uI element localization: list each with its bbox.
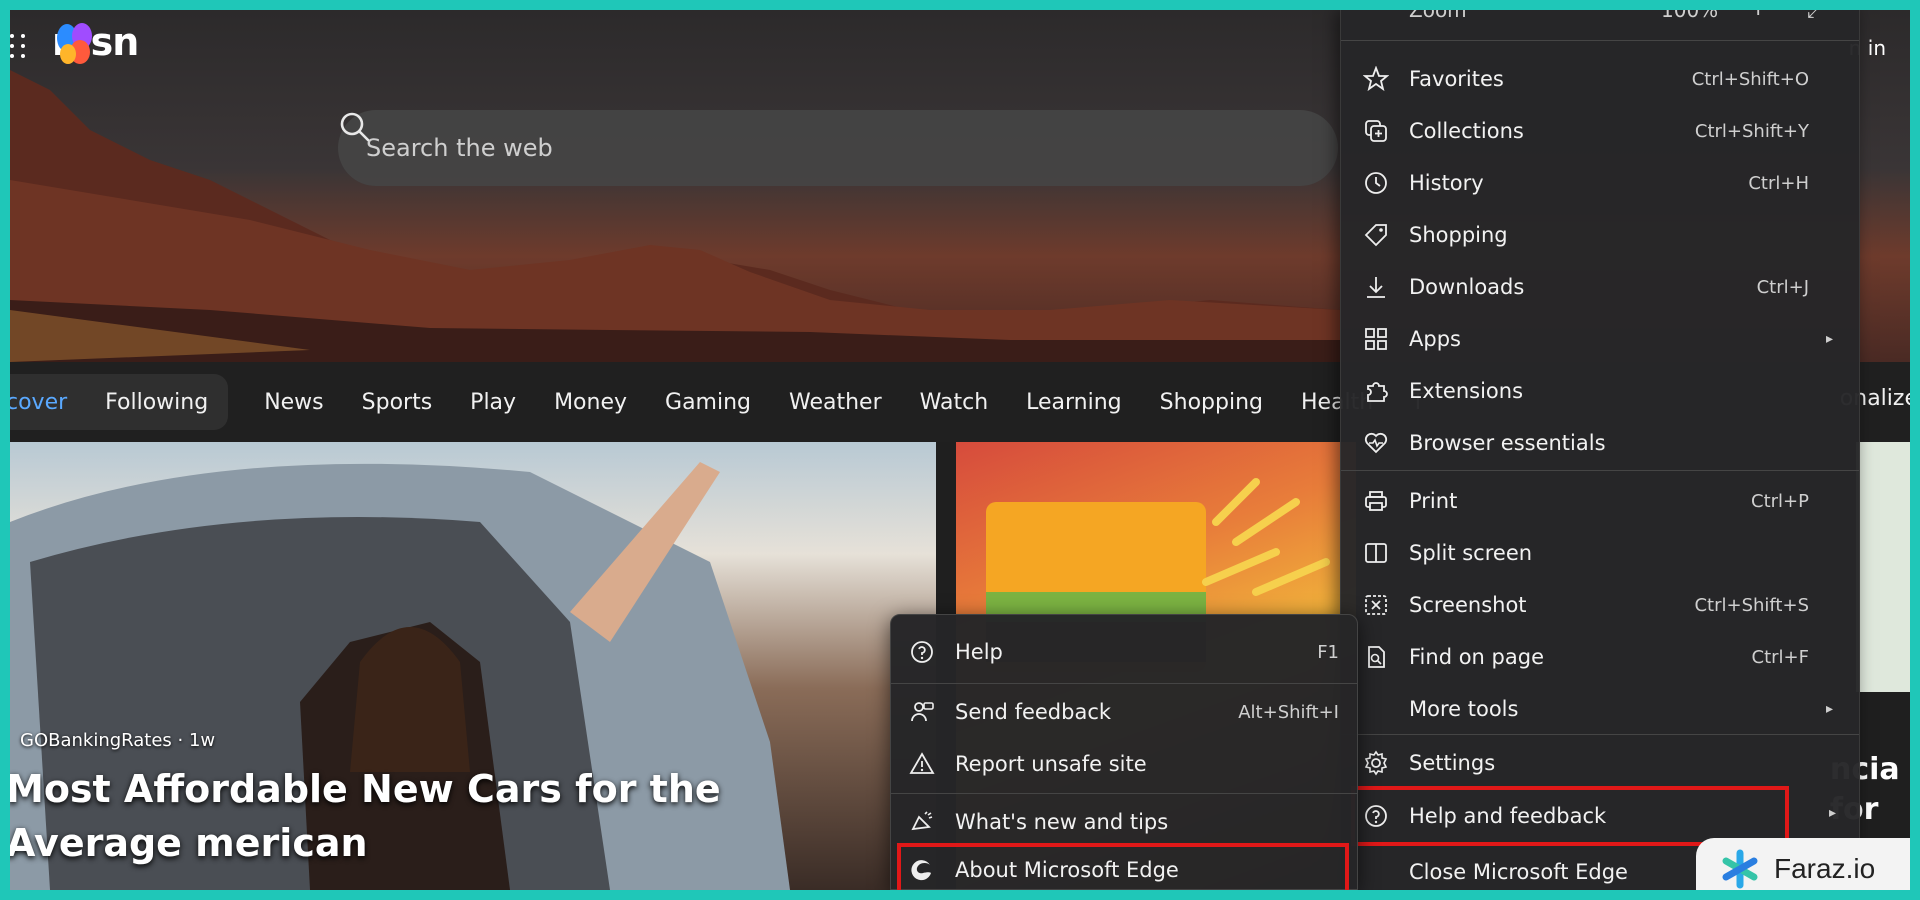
browser-viewport: msn n in Search the web cover Following … [10, 10, 1910, 890]
menu-item-screenshot[interactable]: Screenshot Ctrl+Shift+S [1361, 581, 1837, 629]
news-card-plant[interactable] [1856, 442, 1910, 692]
menu-item-favorites[interactable]: Favorites Ctrl+Shift+O [1361, 55, 1837, 103]
menu-divider [1341, 734, 1859, 735]
nav-item-news[interactable]: News [264, 390, 323, 415]
zoom-level: 100% [1661, 10, 1719, 22]
printer-icon [1361, 486, 1391, 516]
tab-discover[interactable]: cover [10, 390, 67, 415]
chevron-right-icon: ▸ [1825, 701, 1833, 717]
search-bar[interactable]: Search the web [338, 110, 1338, 186]
submenu-item-send-feedback[interactable]: Send feedback Alt+Shift+I [907, 689, 1343, 735]
submenu-item-about-edge[interactable]: About Microsoft Edge [897, 843, 1349, 890]
search-input[interactable]: Search the web [366, 134, 553, 162]
feed-toggle: cover Following [10, 374, 229, 430]
zoom-label: Zoom [1409, 10, 1467, 22]
msn-butterfly-icon [57, 23, 92, 64]
nav-item-sports[interactable]: Sports [362, 390, 433, 415]
split-screen-icon [1361, 538, 1391, 568]
tag-icon [1361, 220, 1391, 250]
faraz-logo-icon [1722, 849, 1758, 889]
news-card-main[interactable]: GOBankingRates · 1w Most Affordable New … [10, 442, 936, 890]
zoom-in-button[interactable]: + [1749, 10, 1767, 21]
submenu-divider [891, 793, 1357, 794]
nav-item-gaming[interactable]: Gaming [665, 390, 751, 415]
menu-item-split-screen[interactable]: Split screen [1361, 529, 1837, 577]
menu-item-downloads[interactable]: Downloads Ctrl+J [1361, 263, 1837, 311]
find-icon [1361, 642, 1391, 672]
gear-icon [1361, 748, 1391, 778]
watermark-text: Faraz.io [1774, 853, 1876, 884]
nav-item-weather[interactable]: Weather [789, 390, 882, 415]
menu-divider [1341, 470, 1859, 471]
chevron-right-icon: ▸ [1825, 331, 1833, 347]
menu-item-apps[interactable]: Apps ▸ [1361, 315, 1837, 363]
help-feedback-submenu: Help F1 Send feedback Alt+Shift+I Report… [890, 614, 1358, 890]
puzzle-icon [1361, 376, 1391, 406]
nav-item-watch[interactable]: Watch [920, 390, 989, 415]
nav-item-play[interactable]: Play [470, 390, 516, 415]
history-icon [1361, 168, 1391, 198]
help-icon [1361, 801, 1391, 831]
submenu-divider [891, 683, 1357, 684]
search-icon [340, 112, 370, 142]
edge-logo-icon [907, 855, 937, 885]
fullscreen-icon[interactable]: ⤢ [1807, 10, 1823, 22]
menu-item-more-tools[interactable]: More tools ▸ [1361, 685, 1837, 733]
card-source: GOBankingRates · 1w [20, 730, 216, 751]
megaphone-icon [907, 807, 937, 837]
submenu-item-whats-new[interactable]: What's new and tips [907, 799, 1343, 845]
menu-item-browser-essentials[interactable]: Browser essentials [1361, 419, 1837, 467]
edge-settings-menu: Zoom 100% + ⤢ Favorites Ctrl+Shift+O Col… [1340, 10, 1860, 890]
submenu-item-help[interactable]: Help F1 [907, 629, 1343, 675]
help-icon [907, 637, 937, 667]
menu-item-settings[interactable]: Settings [1361, 739, 1837, 787]
tab-following[interactable]: Following [105, 390, 208, 415]
star-icon [1361, 64, 1391, 94]
watermark-badge: Faraz.io [1696, 838, 1910, 890]
screenshot-icon [1361, 590, 1391, 620]
collections-icon [1361, 116, 1391, 146]
nav-item-learning[interactable]: Learning [1026, 390, 1122, 415]
nav-items: News Sports Play Money Gaming Weather Wa… [264, 390, 1425, 415]
heart-pulse-icon [1361, 428, 1391, 458]
nav-item-shopping[interactable]: Shopping [1160, 390, 1263, 415]
menu-item-print[interactable]: Print Ctrl+P [1361, 477, 1837, 525]
submenu-item-report-unsafe-site[interactable]: Report unsafe site [907, 741, 1343, 787]
menu-item-extensions[interactable]: Extensions [1361, 367, 1837, 415]
nav-item-money[interactable]: Money [554, 390, 627, 415]
menu-item-history[interactable]: History Ctrl+H [1361, 159, 1837, 207]
menu-item-find-on-page[interactable]: Find on page Ctrl+F [1361, 633, 1837, 681]
menu-item-help-and-feedback[interactable]: Help and feedback [1351, 786, 1789, 846]
menu-item-shopping[interactable]: Shopping [1361, 211, 1837, 259]
menu-divider [1341, 40, 1859, 41]
chevron-right-icon: ▸ [1829, 805, 1837, 821]
feedback-icon [907, 697, 937, 727]
apps-icon [1361, 324, 1391, 354]
msn-logo[interactable]: msn [52, 20, 139, 64]
warning-icon [907, 749, 937, 779]
app-launcher-icon[interactable] [10, 34, 28, 60]
download-icon [1361, 272, 1391, 302]
card-headline[interactable]: Most Affordable New Cars for the Average… [10, 762, 906, 870]
menu-item-collections[interactable]: Collections Ctrl+Shift+Y [1361, 107, 1837, 155]
